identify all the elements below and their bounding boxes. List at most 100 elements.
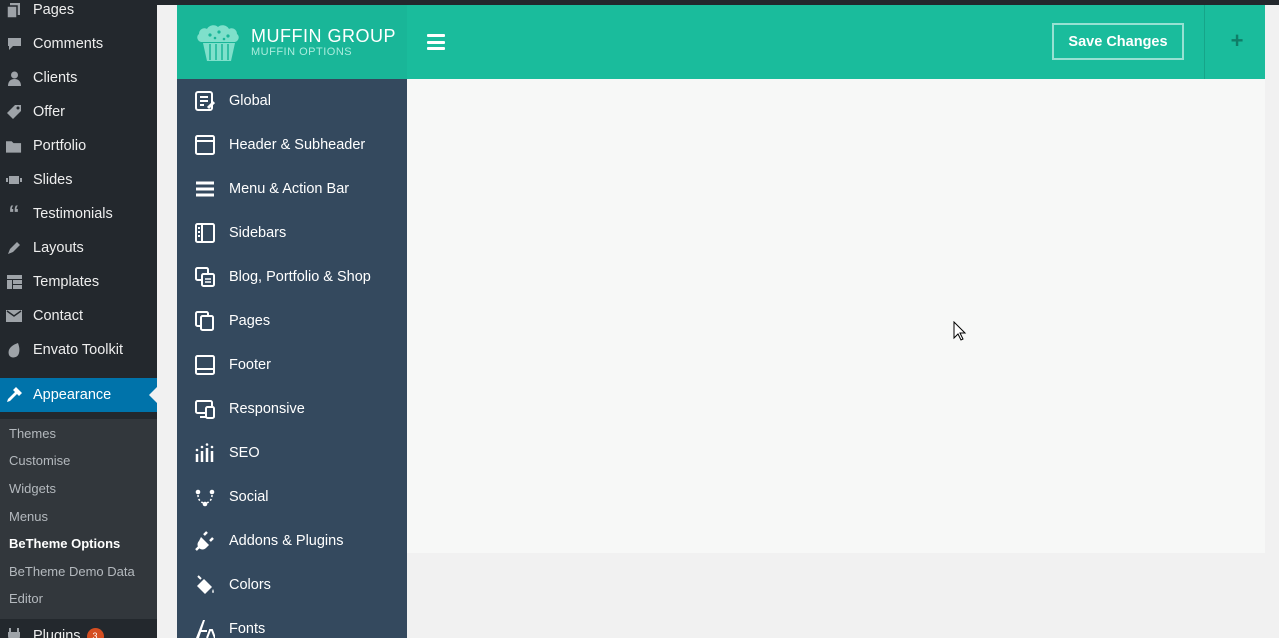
nav-item-pages[interactable]: Pages	[177, 299, 407, 343]
pages-icon	[6, 2, 22, 18]
fonts-icon	[194, 618, 216, 638]
wp-menu-item-contact[interactable]: Contact	[0, 299, 157, 333]
wp-submenu-menus[interactable]: Menus	[9, 509, 48, 524]
testimonials-icon: “	[8, 201, 20, 226]
wp-menu-item-appearance[interactable]: Appearance	[0, 378, 157, 412]
addons-icon	[194, 530, 216, 552]
logo: MUFFIN GROUP MUFFIN OPTIONS	[177, 5, 407, 79]
slides-icon	[6, 172, 22, 188]
offer-icon	[6, 104, 22, 120]
wp-menu-item-plugins[interactable]: Plugins 3	[0, 619, 157, 638]
wp-menu-item-envato[interactable]: Envato Toolkit	[0, 333, 157, 367]
nav-item-footer[interactable]: Footer	[177, 343, 407, 387]
nav-item-seo[interactable]: SEO	[177, 431, 407, 475]
seo-icon	[194, 442, 216, 464]
nav-item-label: Fonts	[229, 621, 266, 637]
nav-item-sidebars[interactable]: Sidebars	[177, 211, 407, 255]
wp-menu-item-comments[interactable]: Comments	[0, 27, 157, 61]
menu-icon	[194, 178, 216, 200]
muffin-options-panel: MUFFIN GROUP MUFFIN OPTIONS Save Changes…	[177, 5, 1265, 638]
wp-menu-item-clients[interactable]: Clients	[0, 61, 157, 95]
nav-item-label: Header & Subheader	[229, 137, 366, 153]
comments-icon	[6, 36, 22, 52]
contact-icon	[6, 308, 22, 324]
wp-menu-item-label: Layouts	[33, 240, 84, 256]
wp-menu-item-label: Templates	[33, 274, 100, 290]
plugins-icon	[6, 628, 22, 638]
nav-item-label: Blog, Portfolio & Shop	[229, 269, 371, 285]
templates-icon	[6, 274, 22, 290]
logo-title: MUFFIN GROUP	[251, 26, 396, 46]
wp-menu-item-label: Offer	[33, 104, 65, 120]
wp-menu-item-templates[interactable]: Templates	[0, 265, 157, 299]
wp-menu-item-label: Envato Toolkit	[33, 342, 124, 358]
nav-item-label: Global	[229, 93, 271, 109]
wp-submenu-widgets[interactable]: Widgets	[9, 481, 56, 496]
blog-icon	[194, 266, 216, 288]
save-changes-button[interactable]: Save Changes	[1052, 23, 1184, 60]
nav-item-blog[interactable]: Blog, Portfolio & Shop	[177, 255, 407, 299]
envato-icon	[6, 342, 22, 358]
wp-menu-item-label: Portfolio	[33, 138, 87, 154]
options-content	[407, 79, 1265, 553]
cupcake-logo-icon	[197, 25, 239, 61]
nav-item-label: Sidebars	[229, 225, 287, 241]
plus-icon[interactable]: +	[1225, 28, 1249, 53]
nav-item-label: Social	[229, 489, 269, 505]
wp-admin-menu: Pages Comments Clients Offer Portfolio S…	[0, 0, 157, 638]
wp-menu-item-label: Pages	[33, 2, 75, 18]
wp-submenu-betheme-demo-data[interactable]: BeTheme Demo Data	[9, 564, 135, 579]
responsive-icon	[194, 398, 216, 420]
wp-menu-item-label: Appearance	[33, 387, 112, 403]
nav-item-responsive[interactable]: Responsive	[177, 387, 407, 431]
social-icon	[194, 486, 216, 508]
wp-menu-item-label: Testimonials	[33, 206, 113, 222]
mouse-cursor-icon	[953, 321, 967, 341]
portfolio-icon	[6, 138, 22, 154]
nav-item-menu[interactable]: Menu & Action Bar	[177, 167, 407, 211]
nav-item-label: Colors	[229, 577, 271, 593]
pages-icon	[194, 310, 216, 332]
nav-item-addons[interactable]: Addons & Plugins	[177, 519, 407, 563]
sidebars-icon	[194, 222, 216, 244]
global-icon	[194, 90, 216, 112]
wp-submenu-editor[interactable]: Editor	[9, 591, 43, 606]
wp-menu-item-label: Contact	[33, 308, 83, 324]
nav-item-colors[interactable]: Colors	[177, 563, 407, 607]
wp-submenu: Themes Customise Widgets Menus BeTheme O…	[0, 419, 157, 619]
options-header: Save Changes +	[407, 5, 1265, 79]
wp-menu-item-slides[interactable]: Slides	[0, 163, 157, 197]
wp-menu-item-portfolio[interactable]: Portfolio	[0, 129, 157, 163]
nav-item-global[interactable]: Global	[177, 79, 407, 123]
logo-subtitle: MUFFIN OPTIONS	[251, 46, 353, 58]
update-count-badge: 3	[86, 627, 104, 638]
wp-submenu-betheme-options[interactable]: BeTheme Options	[9, 536, 120, 551]
options-nav: Global Header & Subheader Menu & Action …	[177, 79, 407, 638]
wp-menu-item-label: Slides	[33, 172, 73, 188]
hamburger-menu-icon[interactable]	[427, 34, 445, 50]
wp-menu-item-testimonials[interactable]: “ Testimonials	[0, 197, 157, 231]
nav-item-label: Menu & Action Bar	[229, 181, 350, 197]
wp-menu-item-offer[interactable]: Offer	[0, 95, 157, 129]
nav-item-label: Responsive	[229, 401, 305, 417]
nav-item-header[interactable]: Header & Subheader	[177, 123, 407, 167]
wp-submenu-customise[interactable]: Customise	[9, 453, 70, 468]
wp-menu-item-label: Comments	[33, 36, 104, 52]
nav-item-label: Addons & Plugins	[229, 533, 344, 549]
nav-item-label: SEO	[229, 445, 260, 461]
wp-menu-item-label: Clients	[33, 70, 78, 86]
wp-submenu-themes[interactable]: Themes	[9, 426, 56, 441]
clients-icon	[6, 70, 22, 86]
nav-item-social[interactable]: Social	[177, 475, 407, 519]
footer-icon	[194, 354, 216, 376]
colors-icon	[194, 574, 216, 596]
header-divider	[1204, 5, 1205, 79]
nav-item-label: Pages	[229, 313, 271, 329]
layouts-icon	[6, 240, 22, 256]
nav-item-label: Footer	[229, 357, 271, 373]
appearance-icon	[6, 387, 22, 403]
nav-item-fonts[interactable]: Fonts	[177, 607, 407, 638]
header-icon	[194, 134, 216, 156]
wp-menu-item-layouts[interactable]: Layouts	[0, 231, 157, 265]
wp-menu-item-pages[interactable]: Pages	[0, 0, 157, 27]
